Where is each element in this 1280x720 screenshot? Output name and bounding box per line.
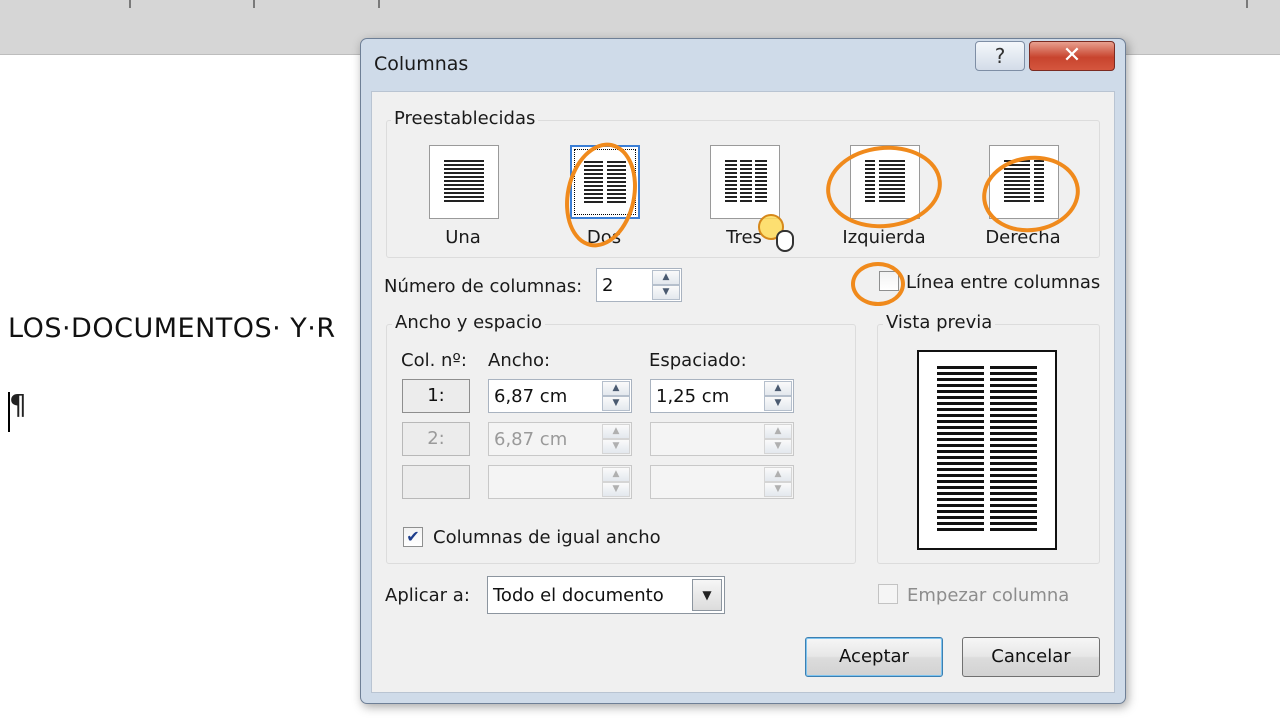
col-2-width-spinner: 6,87 cm ▲ ▼	[488, 422, 632, 456]
document-text[interactable]: LOS·DOCUMENTOS· Y·R	[8, 313, 336, 344]
mouse-cursor-icon	[776, 230, 794, 252]
dialog-title: Columnas	[374, 53, 469, 75]
start-column-checkbox	[878, 584, 898, 604]
preview-column	[937, 366, 984, 534]
col-1-width-arrows[interactable]: ▲ ▼	[602, 381, 630, 411]
preset-una-label: Una	[445, 227, 481, 248]
preview-column	[990, 366, 1037, 534]
col-number-3	[402, 465, 470, 499]
spin-down-icon[interactable]: ▼	[602, 396, 630, 411]
spin-up-icon[interactable]: ▲	[602, 381, 630, 396]
spin-up-icon: ▲	[764, 467, 792, 482]
col-2-spacing-arrows: ▲ ▼	[764, 424, 792, 454]
preset-tres[interactable]	[710, 145, 780, 219]
apply-to-dropdown[interactable]: Todo el documento ▼	[487, 576, 725, 614]
help-button[interactable]: ?	[975, 41, 1025, 71]
col-1-spacing-arrows[interactable]: ▲ ▼	[764, 381, 792, 411]
col-3-width-arrows: ▲ ▼	[602, 467, 630, 497]
num-columns-spinner[interactable]: 2 ▲ ▼	[596, 268, 682, 302]
checkmark-icon: ✔	[406, 527, 420, 546]
close-icon: ✕	[1062, 43, 1082, 68]
spin-down-icon[interactable]: ▼	[764, 396, 792, 411]
columns-dialog: Columnas ? ✕ Preestablecidas Una Dos Tre…	[360, 38, 1126, 704]
col-1-spacing-value[interactable]: 1,25 cm	[656, 386, 729, 407]
ruler-tick	[1246, 0, 1248, 8]
col-number-1: 1:	[402, 379, 470, 413]
preview-page	[917, 350, 1057, 550]
width-header: Ancho:	[488, 350, 551, 371]
help-icon: ?	[994, 44, 1006, 68]
spin-up-icon[interactable]: ▲	[652, 270, 680, 285]
col-3-width-spinner: ▲ ▼	[488, 465, 632, 499]
preset-tres-icon-col	[755, 160, 767, 204]
apply-to-value[interactable]: Todo el documento	[493, 585, 664, 606]
ruler-tick	[129, 0, 131, 8]
col-2-spacing-spinner: ▲ ▼	[650, 422, 794, 456]
spin-up-icon: ▲	[764, 424, 792, 439]
spin-down-icon: ▼	[602, 482, 630, 497]
apply-to-label: Aplicar a:	[385, 585, 470, 606]
col-1-spacing-spinner[interactable]: 1,25 cm ▲ ▼	[650, 379, 794, 413]
presets-group-label: Preestablecidas	[391, 108, 539, 129]
col-2-width-arrows: ▲ ▼	[602, 424, 630, 454]
col-1-width-spinner[interactable]: 6,87 cm ▲ ▼	[488, 379, 632, 413]
preset-tres-icon	[725, 160, 737, 204]
preset-izquierda-label: Izquierda	[842, 227, 926, 248]
preset-una-icon	[444, 160, 484, 204]
equal-width-label[interactable]: Columnas de igual ancho	[433, 527, 661, 548]
ok-button[interactable]: Aceptar	[805, 637, 943, 677]
spin-down-icon[interactable]: ▼	[652, 285, 680, 300]
preview-group-label: Vista previa	[883, 312, 996, 333]
spacing-header: Espaciado:	[649, 350, 747, 371]
col-1-width-value[interactable]: 6,87 cm	[494, 386, 567, 407]
close-button[interactable]: ✕	[1029, 41, 1115, 71]
width-spacing-group-label: Ancho y espacio	[392, 312, 545, 333]
ruler-tick	[378, 0, 380, 8]
num-columns-label: Número de columnas:	[384, 276, 583, 297]
spin-up-icon: ▲	[602, 424, 630, 439]
line-between-label[interactable]: Línea entre columnas	[906, 272, 1100, 293]
num-columns-value[interactable]: 2	[602, 275, 613, 296]
cancel-button[interactable]: Cancelar	[962, 637, 1100, 677]
spin-down-icon: ▼	[764, 482, 792, 497]
col-number-header: Col. nº:	[401, 350, 467, 371]
spin-down-icon: ▼	[602, 439, 630, 454]
col-3-spacing-spinner: ▲ ▼	[650, 465, 794, 499]
spin-up-icon[interactable]: ▲	[764, 381, 792, 396]
preset-una[interactable]	[429, 145, 499, 219]
spin-down-icon: ▼	[764, 439, 792, 454]
annotation-circle-line-between	[851, 262, 905, 306]
col-2-width-value: 6,87 cm	[494, 429, 568, 450]
ruler-tick	[253, 0, 255, 8]
paragraph-mark: ¶	[9, 388, 27, 421]
start-column-label: Empezar columna	[907, 585, 1070, 606]
col-3-spacing-arrows: ▲ ▼	[764, 467, 792, 497]
equal-width-checkbox[interactable]: ✔	[403, 527, 423, 547]
num-columns-arrows[interactable]: ▲ ▼	[652, 270, 680, 300]
spin-up-icon: ▲	[602, 467, 630, 482]
dropdown-arrow-icon[interactable]: ▼	[692, 579, 722, 611]
col-number-2: 2:	[402, 422, 470, 456]
preset-tres-icon-col	[740, 160, 752, 204]
